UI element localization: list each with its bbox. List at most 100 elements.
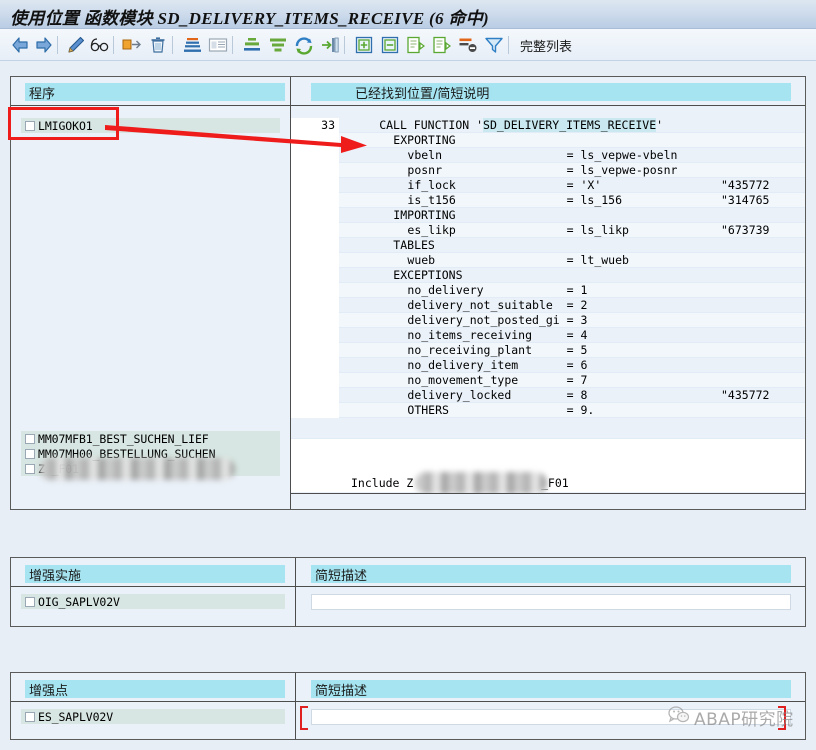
code-line-number: [291, 298, 339, 313]
code-line-text: wueb = lt_wueb: [407, 253, 629, 267]
code-line-number: [291, 403, 339, 418]
delete-filter-icon[interactable]: [456, 33, 480, 57]
edit-pencil-icon[interactable]: [64, 33, 88, 57]
code-listing: 33 CALL FUNCTION 'SD_DELIVERY_ITEMS_RECEI…: [291, 106, 805, 509]
filter-icon[interactable]: [266, 33, 290, 57]
application-toolbar: 完整列表: [0, 29, 816, 61]
list-item[interactable]: MM07MFB1_BEST_SUCHEN_LIEF: [21, 431, 280, 446]
ei-header-strip: 增强实施 简短描述: [11, 558, 805, 586]
list-item[interactable]: ES_SAPLV02V: [21, 709, 285, 724]
delete-trash-icon[interactable]: [146, 33, 170, 57]
results-header-strip: 程序 已经找到位置/简短说明: [11, 77, 805, 105]
code-rows-container: 33 CALL FUNCTION 'SD_DELIVERY_ITEMS_RECEI…: [291, 118, 805, 418]
row-checkbox[interactable]: [25, 433, 35, 444]
redaction-overlay: [415, 472, 547, 494]
code-line-number: [291, 193, 339, 208]
code-line[interactable]: no_delivery_item = 6: [291, 358, 805, 373]
expand-all-icon[interactable]: [352, 33, 376, 57]
ei-column-divider: [295, 558, 296, 626]
back-icon[interactable]: [8, 33, 32, 57]
toolbar-separator: [232, 36, 233, 54]
es-column-divider: [295, 673, 296, 739]
code-line-text: vbeln = ls_vepwe-vbeln: [407, 148, 678, 162]
code-line-text: is_t156 = ls_156: [407, 193, 623, 207]
code-line-text: delivery_not_suitable = 2: [407, 298, 588, 312]
code-line-text: delivery_not_posted_gi = 3: [407, 313, 588, 327]
code-line[interactable]: EXPORTING: [291, 133, 805, 148]
column-header-es-description[interactable]: 简短描述: [311, 680, 791, 699]
column-header-enhancement-spot[interactable]: 增强点: [25, 680, 285, 699]
results-panel: 程序 已经找到位置/简短说明 LMIGOKO1 MM07MFB1_BEST_SU…: [10, 76, 806, 510]
code-line-text: EXCEPTIONS: [393, 268, 463, 282]
set-filter-icon[interactable]: [482, 33, 506, 57]
column-header-program[interactable]: 程序: [25, 83, 285, 102]
export-icon[interactable]: [120, 33, 144, 57]
code-line[interactable]: es_likp = ls_likp "673739: [291, 223, 805, 238]
code-line-text: no_receiving_plant = 5: [407, 343, 588, 357]
row-checkbox[interactable]: [25, 120, 35, 131]
collapse-all-icon[interactable]: [378, 33, 402, 57]
code-line[interactable]: delivery_locked = 8 "435772: [291, 388, 805, 403]
code-line[interactable]: IMPORTING: [291, 208, 805, 223]
code-line[interactable]: vbeln = ls_vepwe-vbeln: [291, 148, 805, 163]
code-line-number: [291, 223, 339, 238]
code-line-number: 33: [291, 118, 339, 133]
code-line-number: [291, 388, 339, 403]
code-line[interactable]: if_lock = 'X' "435772: [291, 178, 805, 193]
es-header-divider: [11, 701, 805, 702]
ei-description-field[interactable]: [311, 594, 791, 610]
forward-icon[interactable]: [32, 33, 56, 57]
sort-ascending-icon[interactable]: [180, 33, 204, 57]
code-line[interactable]: delivery_not_posted_gi = 3: [291, 313, 805, 328]
code-gap: [291, 438, 805, 474]
include-line-prefix: Include Z: [351, 476, 414, 490]
code-line-text: delivery_locked = 8: [407, 388, 588, 402]
code-line[interactable]: no_movement_type = 7: [291, 373, 805, 388]
worklist-icon[interactable]: [404, 33, 428, 57]
code-line[interactable]: wueb = lt_wueb: [291, 253, 805, 268]
code-line-number: [291, 163, 339, 178]
toolbar-separator: [57, 36, 58, 54]
code-line-comment: "435772: [721, 388, 770, 402]
full-list-label[interactable]: 完整列表: [520, 36, 572, 55]
document-icon[interactable]: [430, 33, 454, 57]
code-line-text: IMPORTING: [393, 208, 456, 222]
row-checkbox[interactable]: [25, 463, 35, 474]
code-highlight: SD_DELIVERY_ITEMS_RECEIVE: [483, 118, 657, 132]
code-line[interactable]: no_items_receiving = 4: [291, 328, 805, 343]
code-line-number: [291, 283, 339, 298]
code-line-text: es_likp = ls_likp: [407, 223, 629, 237]
code-line[interactable]: no_receiving_plant = 5: [291, 343, 805, 358]
next-hit-icon[interactable]: [318, 33, 342, 57]
column-header-hit-location[interactable]: 已经找到位置/简短说明: [311, 83, 791, 102]
code-line-number: [291, 268, 339, 283]
sum-total-icon[interactable]: [240, 33, 264, 57]
code-line[interactable]: delivery_not_suitable = 2: [291, 298, 805, 313]
list-item[interactable]: OIG_SAPLV02V: [21, 594, 285, 609]
code-line[interactable]: is_t156 = ls_156 "314765: [291, 193, 805, 208]
column-header-ei-description[interactable]: 简短描述: [311, 565, 791, 584]
code-line[interactable]: OTHERS = 9.: [291, 403, 805, 418]
code-line-number: [291, 358, 339, 373]
code-line-number: [291, 133, 339, 148]
code-line-text: EXPORTING: [393, 133, 456, 147]
refresh-icon[interactable]: [292, 33, 316, 57]
code-line[interactable]: EXCEPTIONS: [291, 268, 805, 283]
column-header-enhancement-impl[interactable]: 增强实施: [25, 565, 285, 584]
code-line-text: OTHERS = 9.: [407, 403, 595, 417]
window-title-bar: 使用位置 函数模块 SD_DELIVERY_ITEMS_RECEIVE (6 命…: [0, 0, 816, 29]
es-description-field[interactable]: [311, 709, 791, 725]
code-line[interactable]: posnr = ls_vepwe-posnr: [291, 163, 805, 178]
code-line[interactable]: no_delivery = 1: [291, 283, 805, 298]
row-checkbox[interactable]: [25, 596, 35, 607]
display-glasses-icon[interactable]: [88, 33, 112, 57]
row-checkbox[interactable]: [25, 711, 35, 722]
code-line-text: no_items_receiving = 4: [407, 328, 588, 342]
include-line-row[interactable]: Include Z _F01: [291, 472, 805, 494]
code-line[interactable]: 33 CALL FUNCTION 'SD_DELIVERY_ITEMS_RECEI…: [291, 118, 805, 133]
code-line[interactable]: TABLES: [291, 238, 805, 253]
details-list-icon[interactable]: [206, 33, 230, 57]
code-line-number: [291, 313, 339, 328]
row-checkbox[interactable]: [25, 448, 35, 459]
list-item[interactable]: LMIGOKO1: [21, 118, 280, 133]
